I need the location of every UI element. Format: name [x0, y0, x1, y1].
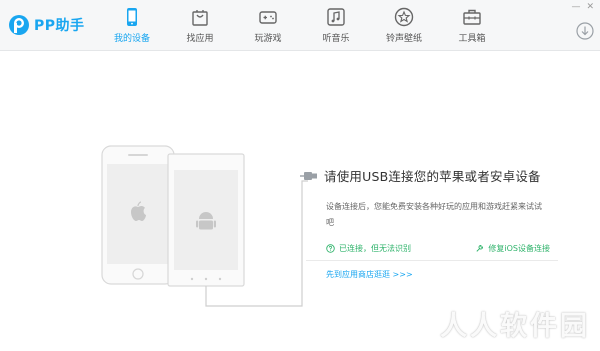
- usb-plug-icon: [300, 171, 317, 180]
- app-name: PP助手: [34, 18, 85, 34]
- nav-label: 铃声壁纸: [385, 34, 422, 44]
- nav-item-ringtones-wallpapers[interactable]: 铃声壁纸: [370, 0, 438, 50]
- connect-instructions-panel: 请使用USB连接您的苹果或者安卓设备 设备连接后，您能免费安装各种好玩的应用和游…: [300, 166, 562, 280]
- nav-label: 找应用: [186, 34, 214, 44]
- phone-icon: [127, 8, 137, 26]
- top-toolbar: PP助手 我的设备 找应用 玩游戏 听音乐 铃声壁纸 工具箱 — ✕: [0, 0, 600, 51]
- star-icon: [394, 7, 414, 27]
- devices-illustration: [101, 145, 245, 287]
- nav-label: 我的设备: [113, 34, 150, 44]
- minimize-button[interactable]: —: [571, 2, 580, 12]
- nav-item-play-games[interactable]: 玩游戏: [234, 0, 302, 50]
- window-controls: — ✕: [571, 2, 594, 12]
- connect-description: 设备连接后，您能免费安装各种好玩的应用和游戏赶紧来试试吧: [326, 202, 542, 227]
- shopping-bag-icon: [192, 10, 208, 26]
- link-label: 修复iOS设备连接: [488, 244, 550, 253]
- nav-item-find-apps[interactable]: 找应用: [166, 0, 234, 50]
- nav-label: 听音乐: [322, 34, 350, 44]
- toolbox-icon: [463, 9, 481, 25]
- divider: [306, 260, 558, 261]
- question-icon: [326, 244, 335, 253]
- nav-item-toolbox[interactable]: 工具箱: [438, 0, 506, 50]
- connect-headline: 请使用USB连接您的苹果或者安卓设备: [324, 169, 541, 184]
- music-icon: [327, 8, 345, 26]
- main-nav: 我的设备 找应用 玩游戏 听音乐 铃声壁纸 工具箱: [98, 0, 506, 50]
- link-label: 已连接，但无法识别: [339, 244, 411, 253]
- wrench-icon: [476, 244, 484, 252]
- pp-logo-icon: [9, 15, 29, 35]
- close-button[interactable]: ✕: [586, 2, 594, 12]
- nav-label: 玩游戏: [254, 34, 282, 44]
- link-repair-ios-connection[interactable]: 修复iOS设备连接: [475, 243, 550, 254]
- link-connected-not-recognized[interactable]: 已连接，但无法识别: [326, 243, 411, 254]
- gamepad-icon: [259, 11, 277, 24]
- app-store-link[interactable]: 先到应用商店逛逛 >>>: [326, 269, 562, 280]
- download-icon[interactable]: [576, 22, 594, 40]
- app-logo[interactable]: PP助手: [8, 12, 85, 38]
- nav-label: 工具箱: [458, 34, 486, 44]
- android-phone-illustration: [167, 153, 245, 287]
- nav-item-my-device[interactable]: 我的设备: [98, 0, 166, 50]
- help-links: 已连接，但无法识别 修复iOS设备连接: [326, 243, 550, 254]
- nav-item-listen-music[interactable]: 听音乐: [302, 0, 370, 50]
- watermark-text: 人人软件园: [440, 311, 590, 342]
